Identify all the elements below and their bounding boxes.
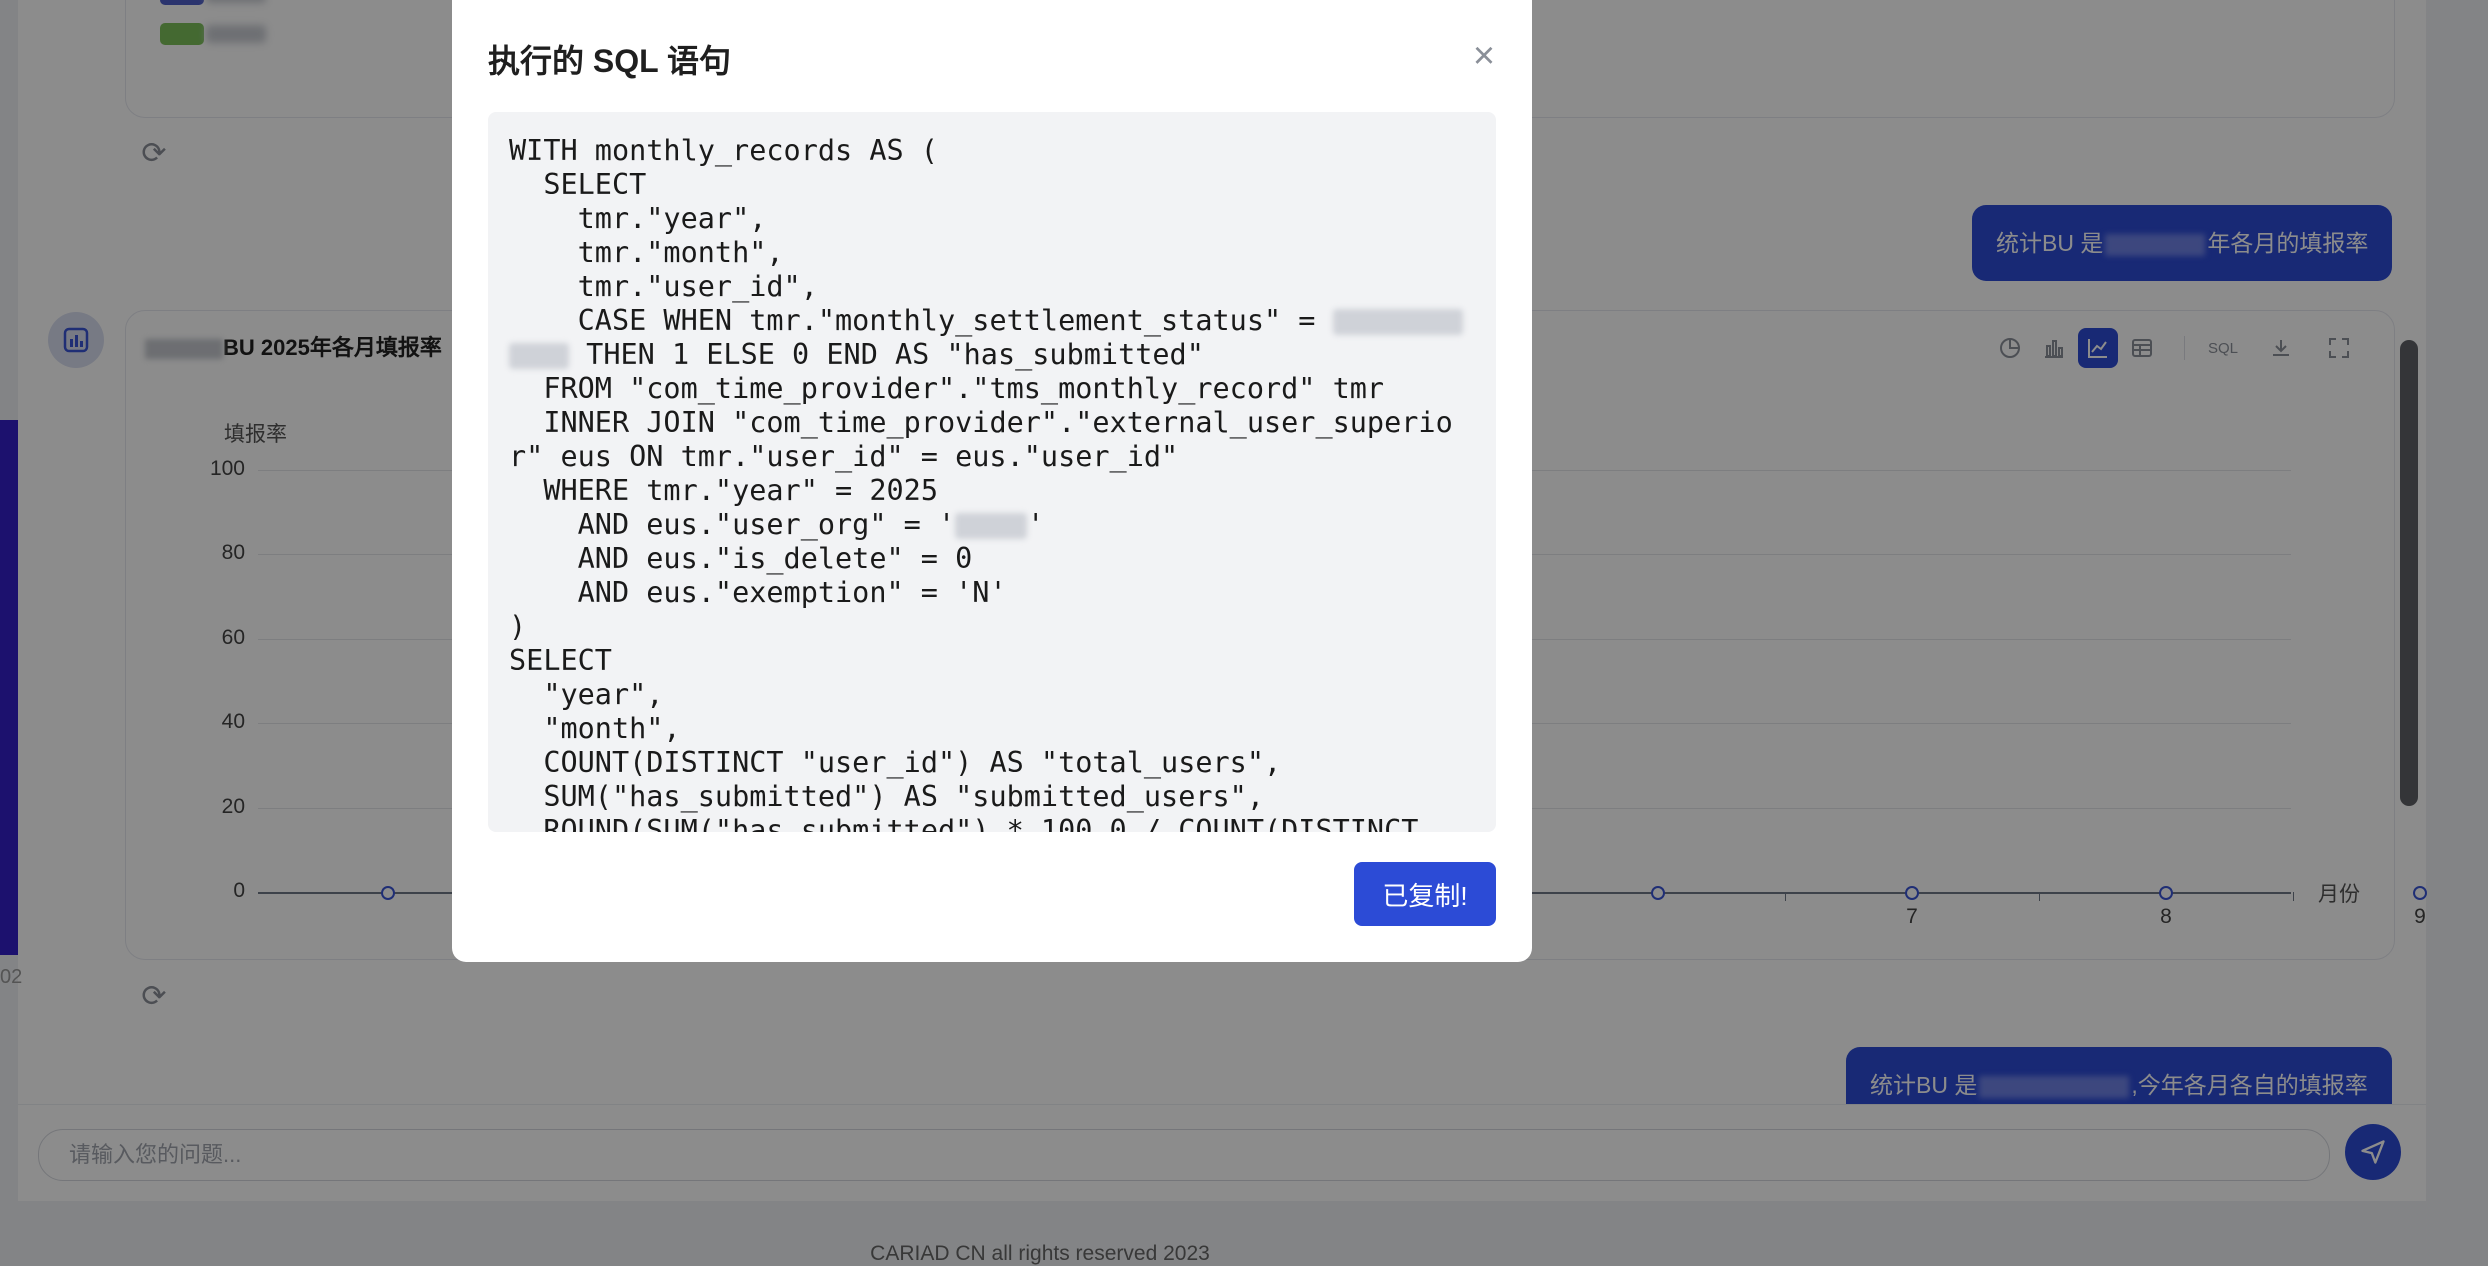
sql-code: WITH monthly_records AS ( SELECT tmr."ye… [488,112,1496,832]
sql-code-block: WITH monthly_records AS ( SELECT tmr."ye… [488,112,1496,832]
close-icon[interactable]: × [1464,36,1504,76]
copy-button[interactable]: 已复制! [1354,862,1496,926]
sql-modal: 执行的 SQL 语句 × WITH monthly_records AS ( S… [452,0,1532,962]
modal-title: 执行的 SQL 语句 [488,43,731,79]
